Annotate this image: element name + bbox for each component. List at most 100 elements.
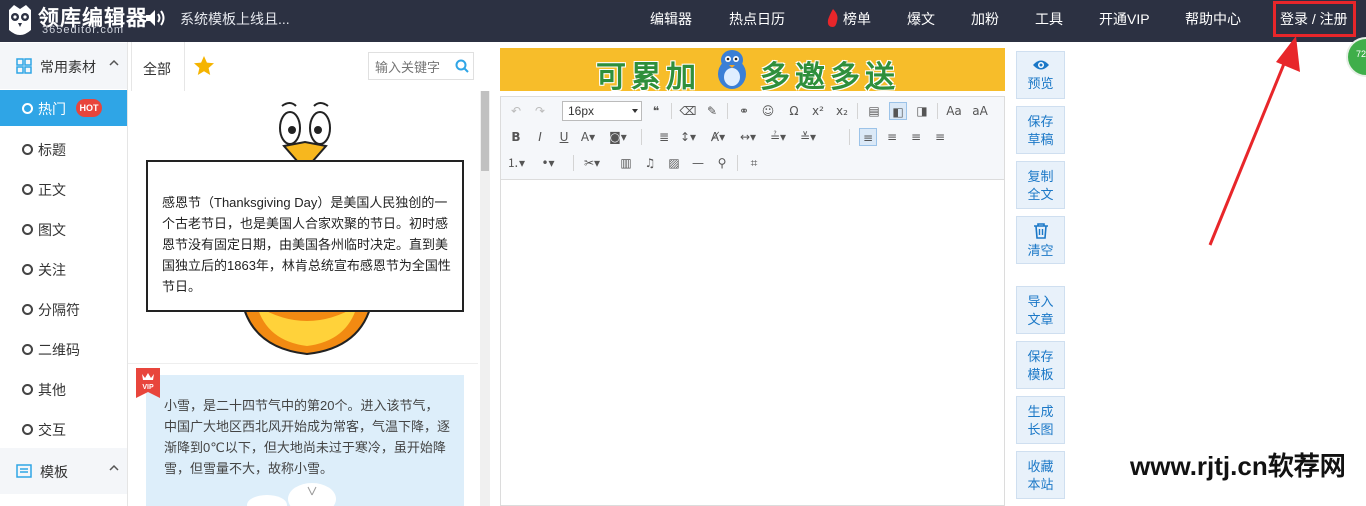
- list-icon[interactable]: ≣: [655, 128, 673, 146]
- tools-icon[interactable]: ✂▾: [583, 154, 601, 172]
- format-brush-icon[interactable]: ✎: [703, 102, 721, 120]
- promo-banner[interactable]: 可累加 多邀多送: [500, 48, 1005, 94]
- bold-icon[interactable]: B: [507, 128, 525, 146]
- unordered-list-icon[interactable]: •▾: [539, 154, 557, 172]
- html-source-icon[interactable]: ⌗: [745, 154, 763, 172]
- music-icon[interactable]: ♫: [641, 154, 659, 172]
- annotation-arrow: [1208, 36, 1300, 246]
- align-right-icon[interactable]: ≡: [907, 128, 925, 146]
- columns-icon[interactable]: ▥: [617, 154, 635, 172]
- nav-followers[interactable]: 加粉: [971, 9, 999, 29]
- undo-icon[interactable]: ↶: [507, 102, 525, 120]
- ordered-list-icon[interactable]: ⒈▾: [507, 154, 525, 172]
- background-color-icon[interactable]: ◙▾: [609, 128, 627, 146]
- button-label: 生成: [1027, 404, 1054, 419]
- font-case-lower-icon[interactable]: aA: [971, 102, 989, 120]
- line-height-icon[interactable]: ↕▾: [679, 128, 697, 146]
- floating-badge[interactable]: 72: [1346, 37, 1366, 77]
- sidebar-item-body[interactable]: 正文: [0, 171, 127, 207]
- vip-label: VIP: [142, 384, 154, 391]
- button-label: 清空: [1027, 243, 1054, 258]
- letter-spacing-icon[interactable]: ↔▾: [739, 128, 757, 146]
- binoculars-icon[interactable]: ⚲: [713, 154, 731, 172]
- sidebar-item-label: 热门: [38, 101, 66, 117]
- sidebar-item-interactive[interactable]: 交互: [0, 411, 127, 447]
- quote-icon[interactable]: ❝: [647, 102, 665, 120]
- mascot-icon: [718, 50, 746, 89]
- sidebar-item-label: 关注: [38, 262, 66, 278]
- font-size-adjust-icon[interactable]: Ⱥ▾: [709, 128, 727, 146]
- nav-help[interactable]: 帮助中心: [1185, 9, 1241, 29]
- banner-text-right: 多邀多送: [760, 61, 900, 94]
- nav-tools[interactable]: 工具: [1035, 9, 1063, 29]
- nav-viral[interactable]: 爆文: [907, 9, 935, 29]
- align-justify-icon[interactable]: ≡: [931, 128, 949, 146]
- superscript-icon[interactable]: x²: [809, 102, 827, 120]
- sidebar-item-image-text[interactable]: 图文: [0, 211, 127, 247]
- speaker-icon: [146, 10, 165, 26]
- tab-all[interactable]: 全部: [131, 42, 185, 91]
- sidebar-item-qrcode[interactable]: 二维码: [0, 331, 127, 367]
- underline-icon[interactable]: U: [555, 128, 573, 146]
- section-label: 模板: [40, 464, 68, 480]
- sidebar-item-label: 其他: [38, 382, 66, 398]
- save-draft-button[interactable]: 保存 草稿: [1016, 106, 1065, 154]
- paste-icon[interactable]: ▤: [865, 102, 883, 120]
- align-center-icon[interactable]: ≡: [883, 128, 901, 146]
- sidebar-item-follow[interactable]: 关注: [0, 251, 127, 287]
- search-field[interactable]: [368, 52, 474, 80]
- scrollbar-thumb[interactable]: [481, 91, 489, 171]
- sidebar-section-common[interactable]: 常用素材: [0, 43, 127, 89]
- font-case-upper-icon[interactable]: Aa: [945, 102, 963, 120]
- bullet-icon: [22, 264, 33, 275]
- vip-ribbon-icon: VIP: [136, 368, 160, 398]
- sidebar-item-divider[interactable]: 分隔符: [0, 291, 127, 327]
- grid-icon: [16, 58, 32, 74]
- bullet-icon: [22, 103, 33, 114]
- sidebar-item-other[interactable]: 其他: [0, 371, 127, 407]
- bookmark-site-button[interactable]: 收藏 本站: [1016, 451, 1065, 499]
- nav-editor[interactable]: 编辑器: [650, 9, 692, 29]
- sidebar-section-template[interactable]: 模板: [0, 448, 127, 494]
- font-color-icon[interactable]: A▾: [579, 128, 597, 146]
- preview-button[interactable]: 预览: [1016, 51, 1065, 99]
- special-char-icon[interactable]: Ω: [785, 102, 803, 120]
- eraser-icon[interactable]: ⌫: [679, 102, 697, 120]
- sidebar-item-title[interactable]: 标题: [0, 131, 127, 167]
- sidebar-item-hot[interactable]: 热门 HOT: [0, 90, 127, 126]
- card-text-box: 感恩节（Thanksgiving Day）是美国人民独创的一个古老节日，也是美国…: [146, 160, 464, 312]
- generate-long-image-button[interactable]: 生成 长图: [1016, 396, 1065, 444]
- hot-badge: HOT: [76, 99, 102, 117]
- button-label: 草稿: [1027, 132, 1054, 147]
- button-label: 导入: [1027, 294, 1054, 309]
- image-icon[interactable]: ▨: [665, 154, 683, 172]
- search-icon[interactable]: [455, 59, 469, 73]
- horizontal-rule-icon[interactable]: —: [689, 154, 707, 172]
- indent-left-icon[interactable]: ◧: [889, 102, 907, 120]
- nav-ranking[interactable]: 榜单: [843, 9, 871, 29]
- owl-logo-icon[interactable]: [6, 4, 34, 38]
- align-left-icon[interactable]: ≡: [859, 128, 877, 146]
- nav-hot-calendar[interactable]: 热点日历: [729, 9, 785, 29]
- clear-button[interactable]: 清空: [1016, 216, 1065, 264]
- paragraph-before-icon[interactable]: ≟▾: [769, 128, 787, 146]
- font-size-select[interactable]: 16px: [562, 101, 642, 121]
- subscript-icon[interactable]: x₂: [833, 102, 851, 120]
- copy-all-button[interactable]: 复制 全文: [1016, 161, 1065, 209]
- save-template-button[interactable]: 保存 模板: [1016, 341, 1065, 389]
- emoji-icon[interactable]: ☺: [759, 102, 777, 120]
- notice-text[interactable]: 系统模板上线且...: [180, 9, 290, 29]
- bullet-icon: [22, 224, 33, 235]
- paragraph-after-icon[interactable]: ≚▾: [799, 128, 817, 146]
- nav-vip[interactable]: 开通VIP: [1099, 9, 1150, 29]
- banner-text-left: 可累加: [596, 61, 701, 94]
- indent-right-icon[interactable]: ◨: [913, 102, 931, 120]
- material-card-light-snow[interactable]: 小雪，是二十四节气中的第20个。进入该节气，中国广大地区西北风开始成为常客，气温…: [146, 375, 464, 506]
- search-input[interactable]: [373, 57, 455, 77]
- italic-icon[interactable]: I: [531, 128, 549, 146]
- chevron-up-icon: [109, 59, 119, 66]
- link-icon[interactable]: ⚭: [735, 102, 753, 120]
- star-icon[interactable]: [192, 54, 216, 78]
- redo-icon[interactable]: ↷: [531, 102, 549, 120]
- import-article-button[interactable]: 导入 文章: [1016, 286, 1065, 334]
